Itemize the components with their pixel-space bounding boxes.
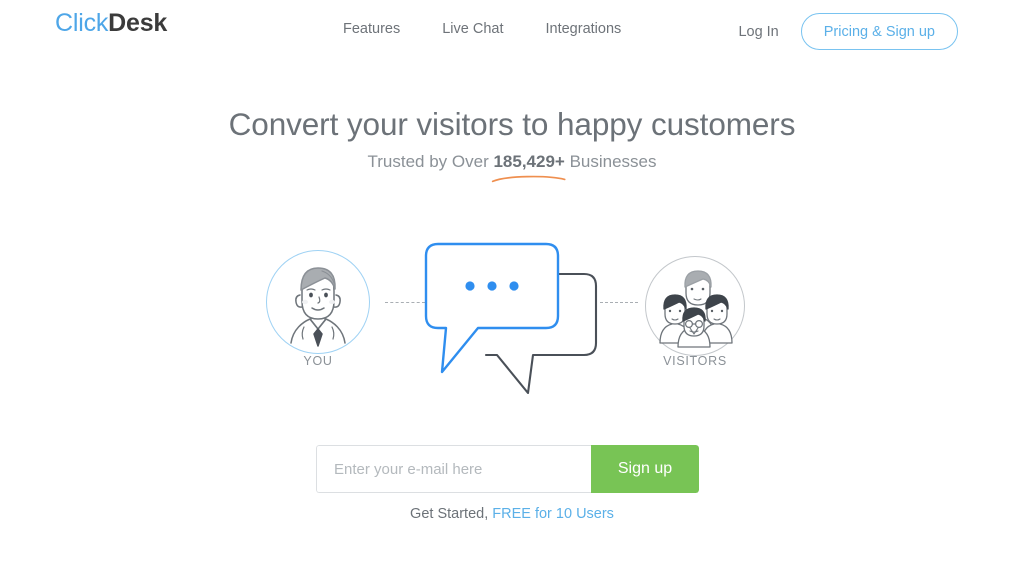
nav-item-features[interactable]: Features [343,21,400,37]
you-avatar-circle [266,250,370,354]
free-for-10-users-link[interactable]: FREE for 10 Users [492,506,614,522]
page-headline: Convert your visitors to happy customers [228,106,796,142]
typing-dot-3 [509,281,519,291]
hero-illustration: YOU VISITORS [0,228,1024,408]
typing-dot-1 [465,281,475,291]
connector-dashes-left [385,302,425,303]
site-header: ClickDesk Features Live Chat Integration… [0,0,1024,62]
visitors-avatar-circle [645,256,745,356]
clickdesk-logo[interactable]: ClickDesk [55,9,167,38]
orange-swoosh-underline-icon [492,175,566,183]
signup-button[interactable]: Sign up [591,445,699,493]
signup-form: Sign up [316,445,699,493]
logo-text-desk: Desk [108,9,168,37]
chat-bubbles-group [424,242,598,395]
typing-dot-2 [487,281,497,291]
email-input[interactable] [316,445,591,493]
businessman-avatar-icon [290,267,346,347]
get-started-footnote: Get Started, FREE for 10 Users [0,506,1024,522]
pricing-signup-button[interactable]: Pricing & Sign up [800,13,958,50]
header-actions: Log In Pricing & Sign up [738,13,958,50]
login-link[interactable]: Log In [738,24,778,40]
nav-item-integrations[interactable]: Integrations [546,21,622,37]
connector-dashes-right [600,302,638,303]
group-of-visitors-avatar-icon [659,270,733,348]
main-navigation: Features Live Chat Integrations [343,21,621,37]
nav-item-live-chat[interactable]: Live Chat [442,21,503,37]
logo-text-click: Click [55,9,109,37]
trusted-by-subheadline: Trusted by Over 185,429+ Businesses [0,152,1024,172]
you-caption: YOU [303,354,333,368]
business-count: 185,429+ [493,152,565,171]
subhead-prefix: Trusted by Over [367,152,494,171]
get-started-text: Get Started, [410,506,493,522]
subhead-suffix: Businesses [564,152,657,171]
landing-page: ClickDesk Features Live Chat Integration… [0,0,1024,571]
visitors-caption: VISITORS [663,354,727,368]
